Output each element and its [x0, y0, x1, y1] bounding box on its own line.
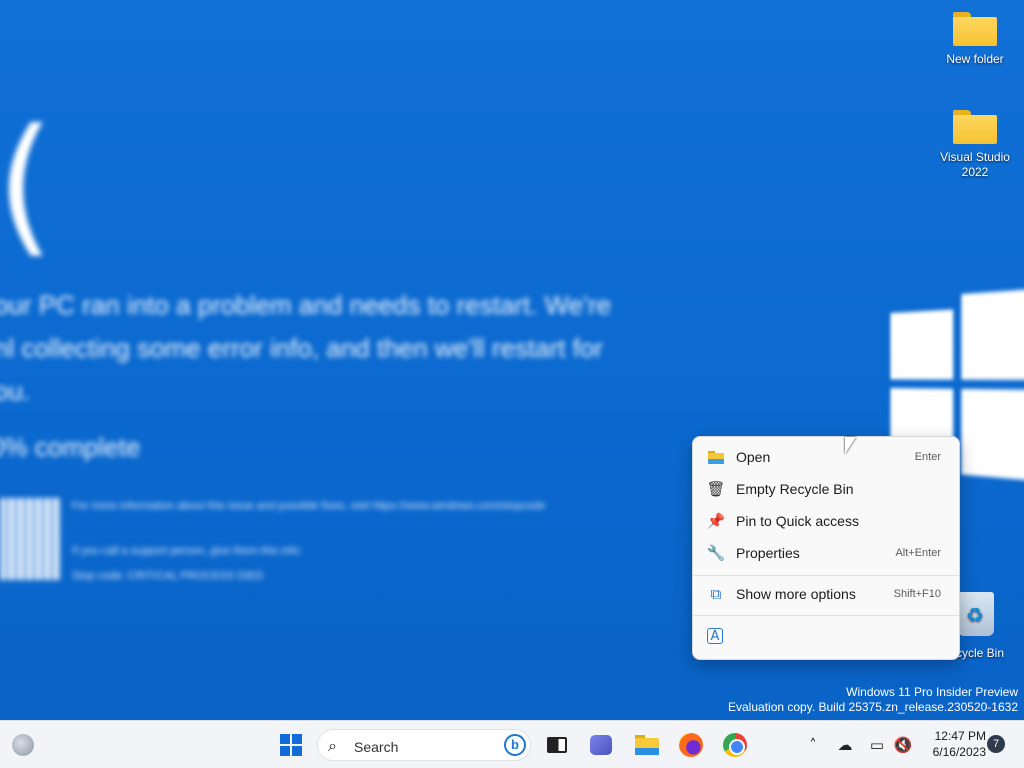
menu-item-open[interactable]: Open Enter	[697, 442, 955, 472]
windows-watermark: Windows 11 Pro Insider Preview Evaluatio…	[728, 685, 1018, 715]
folder-icon	[953, 12, 997, 46]
menu-item-shortcut: Alt+Enter	[895, 547, 941, 559]
show-hidden-icons-button[interactable]: ˄	[802, 721, 824, 768]
wrench-icon: 🔧	[706, 544, 726, 562]
watermark-line: Windows 11 Pro Insider Preview	[846, 685, 1018, 699]
clock-time: 12:47 PM	[934, 729, 986, 743]
search-label: Search	[354, 739, 399, 755]
menu-item-empty-recycle-bin[interactable]: 🗑 Empty Recycle Bin	[697, 474, 955, 504]
menu-item-label: Show more options	[736, 586, 856, 602]
folder-icon	[707, 448, 725, 466]
menu-item-shortcut: Enter	[914, 451, 941, 463]
task-view-icon	[547, 737, 567, 753]
bsod-info-line: Stop code: CRITICAL PROCESS DIED	[72, 570, 264, 582]
menu-item-pin-quick-access[interactable]: 📌 Pin to Quick access	[697, 506, 955, 536]
search-box[interactable]: ⌕ Search b	[316, 721, 532, 768]
task-view-button[interactable]	[542, 721, 572, 768]
pin-icon: 📌	[706, 512, 726, 530]
trash-icon: 🗑	[706, 480, 726, 498]
desktop-icon-label: cycle Bin	[956, 646, 1005, 660]
teams-chat-button[interactable]	[586, 721, 616, 768]
menu-item-label: Properties	[736, 545, 800, 561]
menu-separator	[693, 615, 959, 616]
bsod-image: ( our PC ran into a problem and needs to…	[0, 0, 700, 720]
start-button[interactable]	[276, 721, 306, 768]
bsod-message: our PC ran into a problem and needs to r…	[0, 290, 612, 406]
teams-icon	[590, 735, 612, 755]
speaker-muted-icon: 🔇	[893, 736, 913, 754]
firefox-button[interactable]	[676, 721, 706, 768]
notification-badge[interactable]: 7	[987, 735, 1005, 753]
network-status-button[interactable]: ☁	[834, 721, 856, 768]
taskbar: ⌕ Search b ˄ ☁ ▭ 🔇 12:47 PM 6/16/2023	[0, 720, 1024, 768]
search-icon: ⌕	[328, 736, 337, 755]
qr-code-icon	[0, 498, 60, 580]
mouse-cursor-icon	[845, 437, 856, 454]
bsod-info-line: For more information about this issue an…	[72, 500, 546, 512]
clock-date: 6/16/2023	[932, 745, 986, 759]
menu-item-shortcut: Shift+F10	[893, 588, 941, 600]
monitor-icon: ▭	[869, 736, 885, 754]
external-icon: ⧉	[710, 585, 722, 603]
cloud-offline-icon: ☁	[837, 736, 853, 754]
bsod-progress: 0% complete	[0, 432, 141, 462]
watermark-line: Evaluation copy. Build 25375.zn_release.…	[728, 700, 1018, 714]
desktop-icon-visual-studio[interactable]: Visual Studio 2022	[935, 110, 1015, 180]
menu-separator	[693, 575, 959, 576]
desktop-icon-new-folder[interactable]: New folder	[935, 12, 1015, 67]
bsod-info-line: If you call a support person, give them …	[72, 545, 302, 557]
context-menu: Open Enter 🗑 Empty Recycle Bin 📌 Pin to …	[692, 436, 960, 660]
menu-item-translate[interactable]: A	[697, 621, 955, 651]
menu-item-label: Empty Recycle Bin	[736, 481, 854, 497]
firefox-icon	[679, 733, 703, 757]
chrome-icon	[723, 733, 747, 757]
menu-item-label: Open	[736, 449, 771, 465]
windows-logo-icon	[280, 734, 302, 756]
chevron-up-icon: ˄	[809, 736, 817, 754]
bsod-face: (	[0, 98, 55, 272]
desktop-icon-recycle-bin[interactable]: ♻ cycle Bin	[956, 592, 1024, 660]
widgets-button[interactable]	[6, 721, 40, 768]
desktop-icon-label: Visual Studio 2022	[940, 150, 1010, 179]
menu-item-properties[interactable]: 🔧 Properties Alt+Enter	[697, 538, 955, 568]
file-explorer-button[interactable]	[632, 721, 662, 768]
volume-button[interactable]: 🔇	[892, 721, 914, 768]
weather-icon	[12, 734, 34, 756]
translate-icon: A	[707, 628, 723, 644]
display-button[interactable]: ▭	[866, 721, 888, 768]
menu-item-show-more-options[interactable]: ⧉ Show more options Shift+F10	[697, 579, 955, 609]
recycle-bin-icon: ♻	[958, 592, 994, 636]
menu-item-label: Pin to Quick access	[736, 513, 859, 529]
folder-icon	[953, 110, 997, 144]
file-explorer-icon	[635, 735, 659, 755]
chrome-button[interactable]	[720, 721, 750, 768]
desktop-icon-label: New folder	[946, 52, 1004, 66]
bing-icon[interactable]: b	[504, 734, 526, 756]
clock[interactable]: 12:47 PM 6/16/2023	[916, 728, 986, 760]
